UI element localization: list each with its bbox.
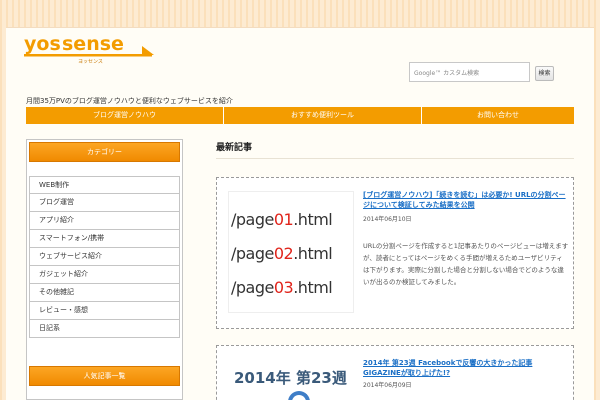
section-title: 最新記事 xyxy=(216,143,253,153)
sidebar: カテゴリー WEB制作 ブログ運営 アプリ紹介 スマートフォン/携帯 ウェブサー… xyxy=(26,139,183,400)
post-excerpt: URLの分割ページを作成すると1記事あたりのページビューは増えますが、読者にとっ… xyxy=(363,242,569,286)
site-logo[interactable]: yos sense ヨッセンス xyxy=(22,32,158,64)
post-card: /page01.html /page02.html /page03.html [… xyxy=(216,177,574,329)
section-divider xyxy=(216,158,574,159)
nav-item-tools[interactable]: おすすめ便利ツール xyxy=(224,107,422,124)
search-placeholder: カスタム検索 xyxy=(443,70,480,77)
category-item[interactable]: その他雑記 xyxy=(29,284,180,302)
post-thumbnail[interactable]: 2014年 第23週 xyxy=(228,359,354,400)
category-list: WEB制作 ブログ運営 アプリ紹介 スマートフォン/携帯 ウェブサービス紹介 ガ… xyxy=(29,176,180,338)
post-card: 2014年 第23週 2014年 第23週 Facebookで反響の大きかった記… xyxy=(216,345,574,400)
nav-item-contact[interactable]: お問い合わせ xyxy=(422,107,574,124)
post-date: 2014年06月10日 xyxy=(363,216,412,223)
category-item[interactable]: レビュー・感想 xyxy=(29,302,180,320)
logo-text-yos: yos xyxy=(24,33,61,55)
logo-arrow-icon xyxy=(142,46,154,55)
search-input[interactable]: Google™ カスタム検索 xyxy=(409,62,530,82)
site-tagline: 月間35万PVのブログ運営ノウハウと便利なウェブサービスを紹介 xyxy=(26,97,233,105)
category-item[interactable]: アプリ紹介 xyxy=(29,212,180,230)
post-thumbnail[interactable]: /page01.html /page02.html /page03.html xyxy=(228,191,354,313)
thumb-graphic xyxy=(288,391,310,400)
post-title-link[interactable]: 2014年 第23週 Facebookで反響の大きかった記事GIGAZINEが取… xyxy=(363,358,569,378)
category-item[interactable]: WEB制作 xyxy=(29,176,180,194)
thumb-text: 2014年 第23週 xyxy=(234,369,347,387)
search-button[interactable]: 検索 xyxy=(535,66,554,81)
search-brand: Google™ xyxy=(414,70,442,77)
post-title-link[interactable]: [ブログ運営ノウハウ]「続きを読む」は必要か! URLの分割ページについて検証し… xyxy=(363,190,569,210)
category-item[interactable]: スマートフォン/携帯 xyxy=(29,230,180,248)
post-date: 2014年06月09日 xyxy=(363,382,412,389)
category-item[interactable]: ブログ運営 xyxy=(29,194,180,212)
category-item[interactable]: ウェブサービス紹介 xyxy=(29,248,180,266)
thumb-line: /page03.html xyxy=(231,278,333,297)
logo-text-sense: sense xyxy=(62,33,124,55)
logo-bar xyxy=(24,54,152,57)
thumb-line: /page02.html xyxy=(231,244,333,263)
sidebar-heading-popular: 人気記事一覧 xyxy=(29,366,180,386)
category-item[interactable]: 日記系 xyxy=(29,320,180,338)
category-item[interactable]: ガジェット紹介 xyxy=(29,266,180,284)
nav-item-blog-knowhow[interactable]: ブログ運営ノウハウ xyxy=(26,107,224,124)
sidebar-heading-categories: カテゴリー xyxy=(29,142,180,162)
thumb-line: /page01.html xyxy=(231,210,333,229)
main-nav: ブログ運営ノウハウ おすすめ便利ツール お問い合わせ xyxy=(26,107,574,124)
logo-sub: ヨッセンス xyxy=(78,59,103,64)
